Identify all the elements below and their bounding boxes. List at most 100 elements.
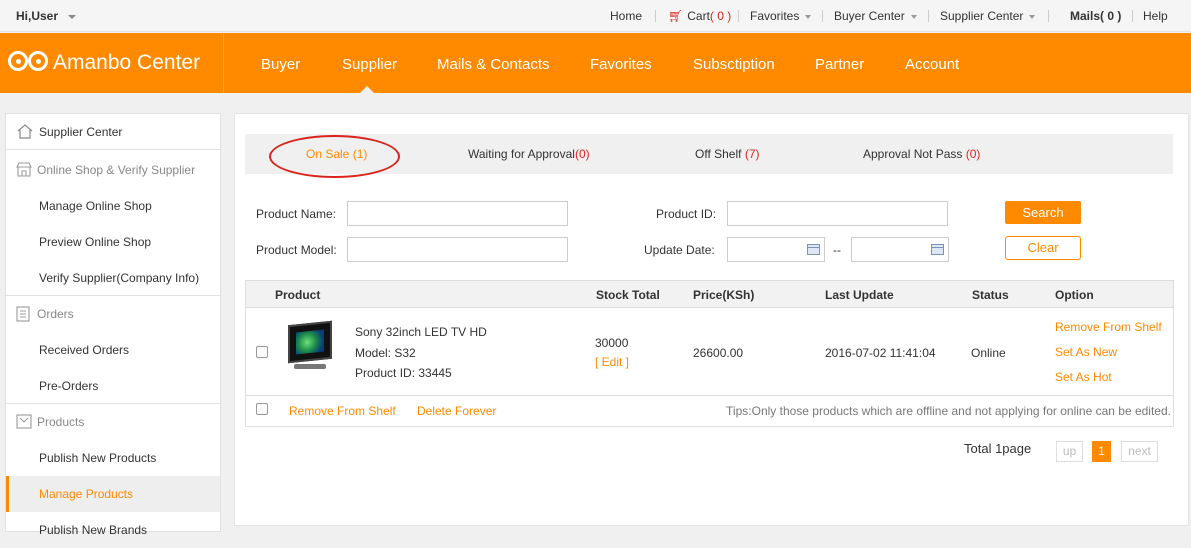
mails-link[interactable]: Mails( 0 ) [1070,9,1121,23]
cart-icon: 🛒︎ [668,9,684,23]
sidebar-item-publish-new-products[interactable]: Publish New Products [6,440,220,476]
divider [1132,10,1133,22]
sidebar-item-manage-online-shop[interactable]: Manage Online Shop [6,188,220,224]
sidebar-section-label: Orders [37,307,74,321]
buyer-center-menu[interactable]: Buyer Center [834,9,917,23]
box-icon [16,414,32,429]
home-icon [17,124,33,139]
chevron-down-icon [1029,14,1036,19]
clear-button[interactable]: Clear [1005,236,1081,260]
logo-icon [8,51,48,73]
sidebar-item-label: Pre-Orders [39,379,99,393]
divider [822,10,823,22]
sidebar-section-orders: Orders [6,296,220,332]
chevron-down-icon [68,14,77,19]
sidebar-item-publish-new-brands[interactable]: Publish New Brands [6,512,220,548]
supplier-center-menu[interactable]: Supplier Center [940,9,1036,23]
bulk-delete-forever-button[interactable]: Delete Forever [417,404,496,418]
start-date-input[interactable] [727,237,825,262]
search-button[interactable]: Search [1005,201,1081,224]
mails-count: ( 0 ) [1100,9,1122,23]
page-next-button[interactable]: next [1121,441,1158,462]
sidebar-item-manage-products[interactable]: Manage Products [6,476,220,512]
divider [738,10,739,22]
bulk-remove-from-shelf-button[interactable]: Remove From Shelf [289,404,396,418]
product-id-input[interactable] [727,201,948,226]
page-up-button[interactable]: up [1056,441,1083,462]
current-page-button[interactable]: 1 [1092,441,1111,462]
favorites-menu-label: Favorites [750,9,800,23]
cart-link[interactable]: 🛒︎ Cart( 0 ) [668,9,731,23]
nav-favorites[interactable]: Favorites [590,56,652,73]
nav-subscription[interactable]: Subsctiption [693,56,775,73]
sidebar-item-label: Received Orders [39,343,130,357]
divider [6,149,220,150]
pagination-total: Total 1page [964,441,1032,456]
buyer-center-menu-label: Buyer Center [834,9,905,23]
set-as-hot-link[interactable]: Set As Hot [1055,370,1112,384]
nav-partner[interactable]: Partner [815,56,864,73]
product-id-label: Product ID: [656,207,717,221]
highlight-circle [269,135,400,178]
remove-from-shelf-link[interactable]: Remove From Shelf [1055,320,1162,334]
sidebar-item-label: Publish New Products [39,451,157,465]
sidebar-section-online-shop: Online Shop & Verify Supplier [6,152,220,188]
nav-supplier[interactable]: Supplier [342,56,397,73]
tab-off-shelf[interactable]: Off Shelf (7) [695,147,760,161]
sidebar: Supplier Center Online Shop & Verify Sup… [5,113,221,537]
user-greeting[interactable]: Hi,User [16,9,77,23]
sidebar-item-verify-supplier[interactable]: Verify Supplier(Company Info) [6,260,220,296]
help-link[interactable]: Help [1143,9,1168,23]
sidebar-item-label: Manage Products [39,487,134,501]
divider [655,10,656,22]
sidebar-item-label: Verify Supplier(Company Info) [39,271,200,285]
row-checkbox[interactable] [256,346,268,358]
main-header: Amanbo Center Buyer Supplier Mails & Con… [0,33,1191,93]
select-all-checkbox[interactable] [256,403,268,415]
sidebar-item-preview-online-shop[interactable]: Preview Online Shop [6,224,220,260]
active-nav-indicator [360,86,374,93]
nav-buyer[interactable]: Buyer [261,56,300,73]
shop-icon [16,162,32,177]
mails-label: Mails [1070,9,1101,23]
sidebar-item-received-orders[interactable]: Received Orders [6,332,220,368]
calendar-icon[interactable] [931,244,944,255]
product-thumbnail[interactable] [284,320,332,373]
calendar-icon[interactable] [807,244,820,255]
set-as-new-link[interactable]: Set As New [1055,345,1117,359]
chevron-down-icon [805,14,812,19]
tab-count: (0) [965,147,981,161]
product-model-input[interactable] [347,237,568,262]
products-table: Product Stock Total Price(KSh) Last Upda… [245,280,1174,427]
home-link[interactable]: Home [610,9,642,23]
update-date-label: Update Date: [644,243,715,257]
tab-label: Waiting for Approval [468,147,575,161]
sidebar-section-products: Products [6,404,220,440]
column-header: Status [972,288,1009,302]
stock-total: 30000 [595,336,629,350]
logo[interactable]: Amanbo Center [8,33,224,93]
divider [246,395,1173,396]
tab-approval-not-pass[interactable]: Approval Not Pass (0) [863,147,980,161]
chevron-down-icon [910,14,917,19]
table-header: Product Stock Total Price(KSh) Last Upda… [246,281,1173,308]
cart-count: ( 0 ) [709,9,732,23]
top-bar: Hi,User Home 🛒︎ Cart( 0 ) Favorites Buyer… [0,0,1191,32]
nav-account[interactable]: Account [905,56,959,73]
sidebar-item-pre-orders[interactable]: Pre-Orders [6,368,220,404]
edit-stock-link[interactable]: [ Edit ] [595,355,629,369]
status-tabs: On Sale (1) Waiting for Approval(0) Off … [245,134,1173,178]
nav-mails-contacts[interactable]: Mails & Contacts [437,56,550,73]
sidebar-item-supplier-center[interactable]: Supplier Center [6,114,220,150]
price: 26600.00 [693,346,744,360]
product-name-input[interactable] [347,201,568,226]
column-header: Stock Total [596,288,660,302]
favorites-menu[interactable]: Favorites [750,9,812,23]
user-greeting-label: Hi,User [16,9,59,23]
divider [928,10,929,22]
tab-waiting-for-approval[interactable]: Waiting for Approval(0) [468,147,590,161]
supplier-center-menu-label: Supplier Center [940,9,1024,23]
product-name[interactable]: Sony 32inch LED TV HD [355,325,487,339]
main-panel: On Sale (1) Waiting for Approval(0) Off … [234,113,1189,526]
end-date-input[interactable] [851,237,949,262]
